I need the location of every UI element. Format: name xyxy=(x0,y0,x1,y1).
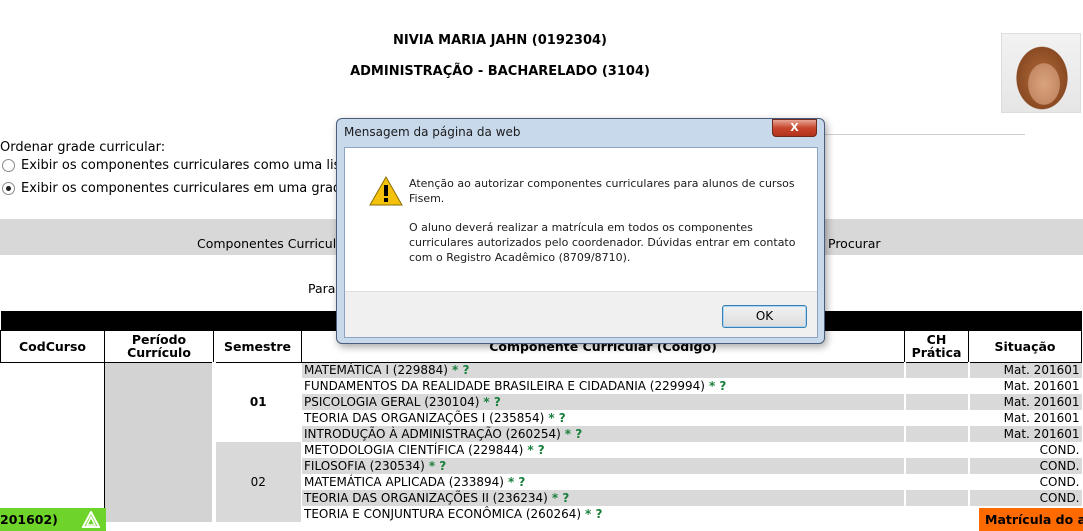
triangle-icon[interactable] xyxy=(82,511,100,528)
dialog-title: Mensagem da página da web xyxy=(344,125,521,139)
alert-dialog: Mensagem da página da web X Atenção ao a… xyxy=(336,118,825,344)
situation-cell: Mat. 201601 xyxy=(967,394,1082,410)
help-marks[interactable]: * ? xyxy=(527,443,544,457)
course-name: ADMINISTRAÇÃO - BACHARELADO (3104) xyxy=(350,64,650,79)
ch-cell xyxy=(903,458,969,474)
situation-cell: Mat. 201601 xyxy=(967,410,1082,426)
ch-cell xyxy=(903,442,969,458)
semester-cell: 02 xyxy=(213,442,302,522)
situation-cell: COND. xyxy=(967,474,1082,490)
student-photo xyxy=(1001,33,1081,113)
table-row: 01 MATEMÁTICA I (229884) * ? Mat. 201601 xyxy=(0,362,1082,522)
component-name[interactable]: MATEMÁTICA I (229884) xyxy=(304,363,448,377)
component-cell[interactable]: FILOSOFIA (230534) * ? xyxy=(301,458,905,474)
help-marks[interactable]: * ? xyxy=(483,395,500,409)
ch-cell xyxy=(903,506,969,522)
help-marks[interactable]: * ? xyxy=(548,411,565,425)
dialog-body: Atenção ao autorizar componentes curricu… xyxy=(344,147,818,338)
header-ch-pratica[interactable]: CH Prática xyxy=(904,329,969,363)
component-cell[interactable]: MATEMÁTICA APLICADA (233894) * ? xyxy=(301,474,905,490)
component-name[interactable]: TEORIA DAS ORGANIZAÇÕES II (236234) xyxy=(304,491,548,505)
help-marks[interactable]: * ? xyxy=(585,507,602,521)
header-semestre[interactable]: Semestre xyxy=(213,329,302,363)
sort-label: Ordenar grade curricular: xyxy=(0,140,166,155)
component-cell[interactable]: TEORIA DAS ORGANIZAÇÕES I (235854) * ? xyxy=(301,410,905,426)
component-cell[interactable]: FUNDAMENTOS DA REALIDADE BRASILEIRA E CI… xyxy=(301,378,905,394)
para-text: Para xyxy=(308,281,336,296)
close-button[interactable]: X xyxy=(772,119,817,137)
ch-cell xyxy=(903,410,969,426)
component-name[interactable]: METODOLOGIA CIENTÍFICA (229844) xyxy=(304,443,523,457)
radio-grid-option[interactable]: Exibir os componentes curriculares em um… xyxy=(2,181,349,196)
student-name: NIVIA MARIA JAHN (0192304) xyxy=(392,33,608,48)
ch-cell xyxy=(903,362,969,378)
help-marks[interactable]: * ? xyxy=(565,427,582,441)
component-name[interactable]: INTRODUÇÃO À ADMINISTRAÇÃO (260254) xyxy=(304,427,561,441)
situation-cell: COND. xyxy=(967,442,1082,458)
component-cell[interactable]: PSICOLOGIA GERAL (230104) * ? xyxy=(301,394,905,410)
radio-button[interactable] xyxy=(2,182,15,195)
help-marks[interactable]: * ? xyxy=(429,459,446,473)
situation-cell: Mat. 201601 xyxy=(967,426,1082,442)
radio-list-label: Exibir os componentes curriculares como … xyxy=(21,158,354,173)
component-name[interactable]: FUNDAMENTOS DA REALIDADE BRASILEIRA E CI… xyxy=(304,379,705,393)
component-name[interactable]: FILOSOFIA (230534) xyxy=(304,459,425,473)
component-cell[interactable]: TEORIA DAS ORGANIZAÇÕES II (236234) * ? xyxy=(301,490,905,506)
help-marks[interactable]: * ? xyxy=(709,379,726,393)
component-name[interactable]: PSICOLOGIA GERAL (230104) xyxy=(304,395,479,409)
header-periodo[interactable]: Período Currículo xyxy=(104,329,214,363)
status-right[interactable]: Matrícula do al xyxy=(979,508,1083,531)
codcurso-cell xyxy=(0,362,105,522)
situation-cell: Mat. 201601 xyxy=(967,362,1082,378)
component-cell[interactable]: TEORIA E CONJUNTURA ECONÔMICA (260264) * … xyxy=(301,506,905,522)
help-marks[interactable]: * ? xyxy=(508,475,525,489)
tab-componentes[interactable]: Componentes Curricula xyxy=(197,236,344,251)
radio-list-option[interactable]: Exibir os componentes curriculares como … xyxy=(2,158,353,173)
message-line-2: O aluno deverá realizar a matrícula em t… xyxy=(409,221,796,264)
semester-cell: 01 xyxy=(213,362,302,442)
ch-cell xyxy=(903,378,969,394)
status-left-label: 201602) xyxy=(0,512,58,527)
status-left: 201602) xyxy=(0,508,106,531)
ch-cell xyxy=(903,490,969,506)
ch-cell xyxy=(903,394,969,410)
radio-grid-label: Exibir os componentes curriculares em um… xyxy=(21,181,350,196)
component-cell[interactable]: INTRODUÇÃO À ADMINISTRAÇÃO (260254) * ? xyxy=(301,426,905,442)
message-line-1: Atenção ao autorizar componentes curricu… xyxy=(409,177,795,205)
help-marks[interactable]: * ? xyxy=(452,363,469,377)
header-codcurso[interactable]: CodCurso xyxy=(0,329,105,363)
dialog-footer: OK xyxy=(345,291,817,337)
ok-button[interactable]: OK xyxy=(722,305,807,328)
tab-procurar[interactable]: Procurar xyxy=(828,236,881,251)
help-marks[interactable]: * ? xyxy=(552,491,569,505)
component-name[interactable]: MATEMÁTICA APLICADA (233894) xyxy=(304,475,504,489)
situation-cell: Mat. 201601 xyxy=(967,378,1082,394)
component-name[interactable]: TEORIA E CONJUNTURA ECONÔMICA (260264) xyxy=(304,507,581,521)
situation-cell: COND. xyxy=(967,490,1082,506)
situation-cell: COND. xyxy=(967,458,1082,474)
ch-cell xyxy=(903,474,969,490)
header-situacao[interactable]: Situação xyxy=(968,329,1082,363)
dialog-message: Atenção ao autorizar componentes curricu… xyxy=(409,176,799,279)
component-name[interactable]: TEORIA DAS ORGANIZAÇÕES I (235854) xyxy=(304,411,544,425)
periodo-cell xyxy=(104,362,216,522)
component-cell[interactable]: METODOLOGIA CIENTÍFICA (229844) * ? xyxy=(301,442,905,458)
component-cell[interactable]: MATEMÁTICA I (229884) * ? xyxy=(301,362,905,378)
warning-icon xyxy=(369,176,403,206)
ch-cell xyxy=(903,426,969,442)
radio-button[interactable] xyxy=(2,159,15,172)
